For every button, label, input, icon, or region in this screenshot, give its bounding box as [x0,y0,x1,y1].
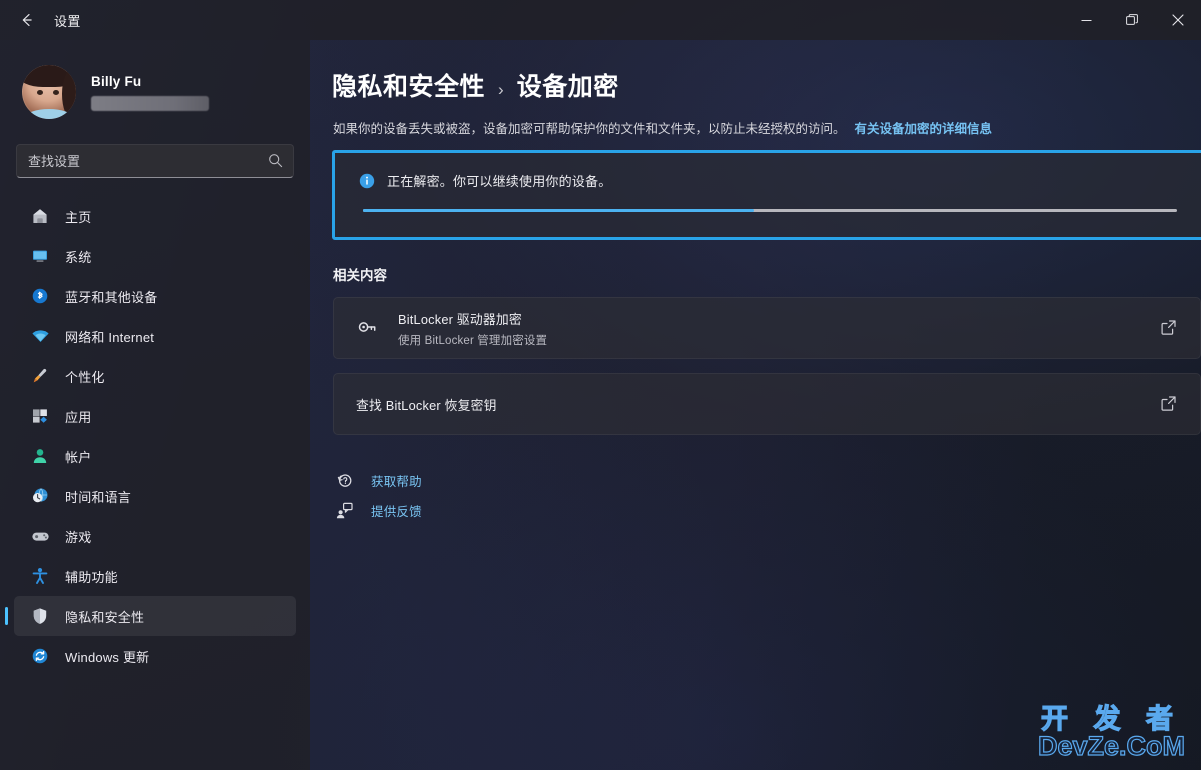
feedback-link-label: 提供反馈 [371,504,422,519]
sidebar-item-apps[interactable]: 应用 [14,396,296,436]
card-subtitle: 使用 BitLocker 管理加密设置 [398,334,548,347]
sidebar: Billy Fu 查找设置 主页 系统 蓝牙和其他设备 网络和 Internet… [0,40,310,770]
settings-window: 设置 Billy Fu 查找设置 主页 系统 蓝牙和其他设备 网络和 Inter… [0,0,1201,770]
sidebar-item-label: 辅助功能 [65,569,118,585]
sidebar-item-label: 蓝牙和其他设备 [65,289,158,305]
search-input[interactable] [17,153,293,169]
user-account-masked [91,95,209,111]
sidebar-item-gaming[interactable]: 游戏 [14,516,296,556]
find-bitlocker-recovery-key-card[interactable]: 查找 BitLocker 恢复密钥 [333,373,1201,436]
sidebar-item-label: Windows 更新 [65,649,150,665]
card-texts: 查找 BitLocker 恢复密钥 [356,395,1160,414]
learn-more-link[interactable]: 有关设备加密的详细信息 [855,122,993,136]
account-icon [30,446,50,466]
breadcrumb-separator-icon: › [498,80,504,99]
card-texts: BitLocker 驱动器加密 使用 BitLocker 管理加密设置 [398,309,1160,348]
get-help-link[interactable]: 获取帮助 [334,465,1201,495]
watermark-line1: 开 发 者 [1040,704,1182,735]
page-title: 设备加密 [516,73,619,101]
shield-icon [30,606,50,626]
page-description: 如果你的设备丢失或被盗，设备加密可帮助保护你的文件和文件夹，以防止未经授权的访问… [324,120,1201,138]
watermark-line2: DevZe.CoM [1037,730,1185,761]
status-message: 正在解密。你可以继续使用你的设备。 [387,174,612,190]
apps-icon [30,406,50,426]
sidebar-item-label: 隐私和安全性 [65,609,145,625]
related-section-title: 相关内容 [333,268,387,284]
open-external-icon[interactable] [1160,395,1178,413]
home-icon [30,206,50,226]
sidebar-item-bluetooth[interactable]: 蓝牙和其他设备 [14,276,296,316]
sidebar-item-windows-update[interactable]: Windows 更新 [14,636,296,676]
sidebar-item-personalization[interactable]: 个性化 [14,356,296,396]
gamepad-icon [30,526,50,546]
open-external-icon[interactable] [1160,319,1178,337]
maximize-button[interactable] [1109,0,1155,40]
accessibility-icon [30,566,50,586]
sidebar-item-label: 系统 [65,249,92,265]
sidebar-item-label: 主页 [65,209,92,225]
sidebar-item-time-language[interactable]: 时间和语言 [14,476,296,516]
minimize-icon [1081,19,1091,21]
decryption-progress-bar [363,209,1177,213]
user-profile[interactable]: Billy Fu [0,50,310,126]
decryption-progress-fill [363,209,754,213]
encryption-status-card[interactable]: 正在解密。你可以继续使用你的设备。 [332,150,1201,241]
breadcrumb: 隐私和安全性 › 设备加密 [324,67,1201,103]
card-title: BitLocker 驱动器加密 [398,311,522,327]
info-icon [359,173,375,189]
description-text: 如果你的设备丢失或被盗，设备加密可帮助保护你的文件和文件夹，以防止未经授权的访问… [333,122,846,136]
sidebar-item-label: 时间和语言 [65,489,132,505]
search-icon [268,153,283,173]
sidebar-item-label: 个性化 [65,369,105,385]
sidebar-item-label: 游戏 [65,529,92,545]
give-feedback-link[interactable]: 提供反馈 [334,495,1201,525]
back-button[interactable] [8,5,46,35]
sidebar-item-accessibility[interactable]: 辅助功能 [14,556,296,596]
avatar [22,65,76,119]
minimize-button[interactable] [1063,0,1109,40]
sidebar-item-accounts[interactable]: 帐户 [14,436,296,476]
card-title: 查找 BitLocker 恢复密钥 [356,397,497,413]
sidebar-item-label: 网络和 Internet [65,329,155,345]
bitlocker-drive-encryption-card[interactable]: BitLocker 驱动器加密 使用 BitLocker 管理加密设置 [333,297,1201,360]
sidebar-item-privacy-security[interactable]: 隐私和安全性 [5,596,296,636]
user-name: Billy Fu [91,73,142,89]
sidebar-item-label: 帐户 [65,449,92,465]
help-question-icon [334,470,354,490]
bitlocker-key-icon [356,316,380,340]
sidebar-item-label: 应用 [65,409,92,425]
close-icon [1172,14,1184,26]
search-container [0,126,310,178]
sidebar-item-home[interactable]: 主页 [14,196,296,236]
update-icon [30,646,50,666]
help-link-label: 获取帮助 [371,474,422,489]
search-box[interactable] [16,144,294,178]
clock-globe-icon [30,486,50,506]
feedback-icon [334,500,354,520]
breadcrumb-root[interactable]: 隐私和安全性 [332,67,485,103]
bluetooth-icon [30,286,50,306]
sidebar-item-system[interactable]: 系统 [14,236,296,276]
watermark: 开 发 者 DevZe.CoM [1037,704,1185,761]
paintbrush-icon [30,366,50,386]
status-row: 正在解密。你可以继续使用你的设备。 [359,171,1177,190]
system-icon [30,246,50,266]
window-title: 设置 [54,13,81,29]
restore-icon [1126,14,1138,25]
main-content: 隐私和安全性 › 设备加密 如果你的设备丢失或被盗，设备加密可帮助保护你的文件和… [310,40,1201,770]
sidebar-nav: 主页 系统 蓝牙和其他设备 网络和 Internet 个性化 应用 帐户 时间和… [0,196,310,676]
sidebar-item-network[interactable]: 网络和 Internet [14,316,296,356]
close-button[interactable] [1155,0,1201,40]
wifi-icon [30,326,50,346]
back-arrow-icon [22,14,32,26]
title-bar: 设置 [0,0,1201,40]
help-links: 获取帮助 提供反馈 [334,465,1201,525]
window-controls [1063,0,1201,40]
